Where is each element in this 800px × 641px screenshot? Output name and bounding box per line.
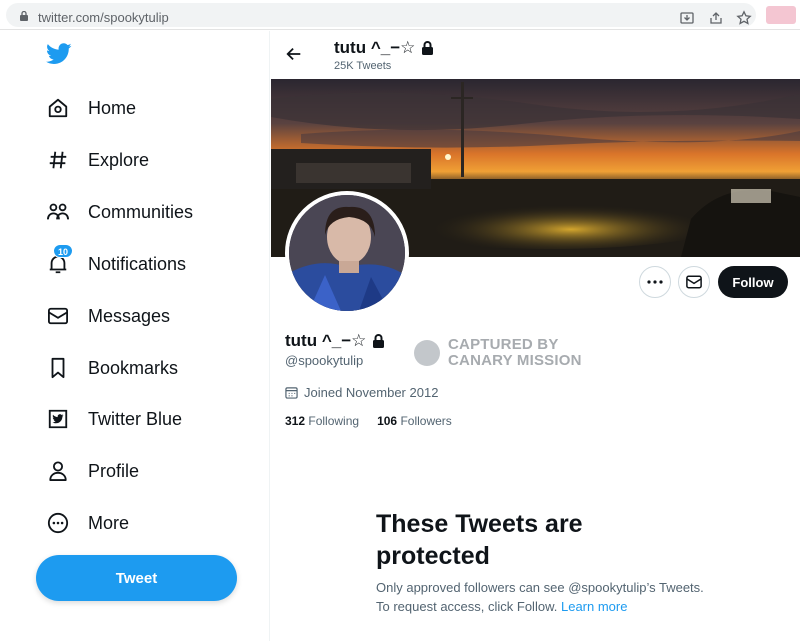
protected-lock-icon [422,41,434,55]
watermark-line-2: CANARY MISSION [448,352,582,369]
sidebar-item-label: Explore [88,149,150,170]
sidebar-item-label: Messages [88,305,171,326]
sidebar-item-home[interactable]: Home [44,92,136,124]
profile-name-text: tutu ^_−☆ [285,331,367,350]
sidebar-item-bookmarks[interactable]: Bookmarks [44,352,178,384]
sidebar-item-label: Home [88,97,137,118]
notification-badge: 10 [53,244,73,258]
sidebar-item-messages[interactable]: Messages [44,300,170,332]
star-icon[interactable] [736,10,752,26]
profile-display-name: tutu ^_−☆ [285,331,385,351]
bell-icon: 10 [44,244,73,278]
learn-more-link[interactable]: Learn more [561,599,627,614]
back-arrow-icon[interactable] [285,45,303,63]
sidebar-item-more[interactable]: More [44,507,129,539]
profile-handle: @spookytulip [285,353,364,368]
header-display-name: tutu ^_−☆ [334,38,434,58]
sidebar-item-profile[interactable]: Profile [44,455,139,487]
tweet-count: 25K Tweets [334,60,392,72]
header-name-text: tutu ^_−☆ [334,38,416,57]
lock-icon [20,11,28,21]
joined-date: Joined November 2012 [285,385,438,400]
twitter-logo-icon[interactable] [46,43,72,65]
follow-stats: 312 Following 106 Followers [285,414,452,428]
share-icon[interactable] [708,10,724,26]
canary-mission-watermark: CAPTURED BY CANARY MISSION [414,337,582,369]
protected-lock-icon [373,334,385,348]
browser-toolbar: twitter.com/spookytulip [0,0,800,30]
protected-body-text: Only approved followers can see @spookyt… [376,580,704,614]
install-icon[interactable] [679,10,695,26]
sidebar-item-communities[interactable]: Communities [44,196,193,228]
profile-avatar[interactable] [285,191,409,315]
home-icon [44,94,72,122]
sidebar-item-explore[interactable]: Explore [44,144,149,176]
profile-column: tutu ^_−☆ 25K Tweets Follow tutu ^_−☆ @s… [271,31,800,641]
ellipsis-icon [647,280,663,284]
avatar-photo [289,195,405,311]
followers-link[interactable]: 106 Followers [377,414,452,428]
sidebar-item-twitter-blue[interactable]: Twitter Blue [44,403,182,435]
address-bar[interactable]: twitter.com/spookytulip [6,3,756,27]
calendar-icon [285,387,298,399]
following-label: Following [308,414,360,428]
tweet-button[interactable]: Tweet [36,555,237,601]
joined-text: Joined November 2012 [304,385,439,400]
following-link[interactable]: 312 Following [285,414,359,428]
browser-profile-avatar[interactable] [766,6,796,24]
hashtag-icon [44,146,72,174]
sidebar-item-label: Profile [88,460,140,481]
protected-title: These Tweets are protected [376,510,583,570]
watermark-line-1: CAPTURED BY [448,336,559,353]
protected-description: Only approved followers can see @spookyt… [376,578,706,616]
communities-icon [44,198,72,226]
follow-button[interactable]: Follow [718,266,788,298]
sidebar-item-label: Notifications [88,253,187,274]
followers-count: 106 [377,414,398,428]
message-button[interactable] [678,266,710,298]
canary-logo-icon [414,340,440,366]
sidebar-item-label: More [88,512,130,533]
more-circle-icon [44,509,72,537]
person-icon [44,457,72,485]
sidebar: Home Explore Communities 10 Notification… [0,31,270,641]
envelope-icon [44,302,72,330]
sidebar-item-notifications[interactable]: 10 Notifications [44,244,187,280]
envelope-icon [686,275,702,289]
bookmark-icon [44,354,72,382]
url-text: twitter.com/spookytulip [38,10,169,25]
more-options-button[interactable] [639,266,671,298]
sidebar-item-label: Bookmarks [88,357,179,378]
following-count: 312 [285,414,306,428]
followers-label: Followers [400,414,452,428]
sidebar-item-label: Twitter Blue [88,408,183,429]
twitter-blue-icon [44,405,72,433]
sidebar-item-label: Communities [88,201,194,222]
